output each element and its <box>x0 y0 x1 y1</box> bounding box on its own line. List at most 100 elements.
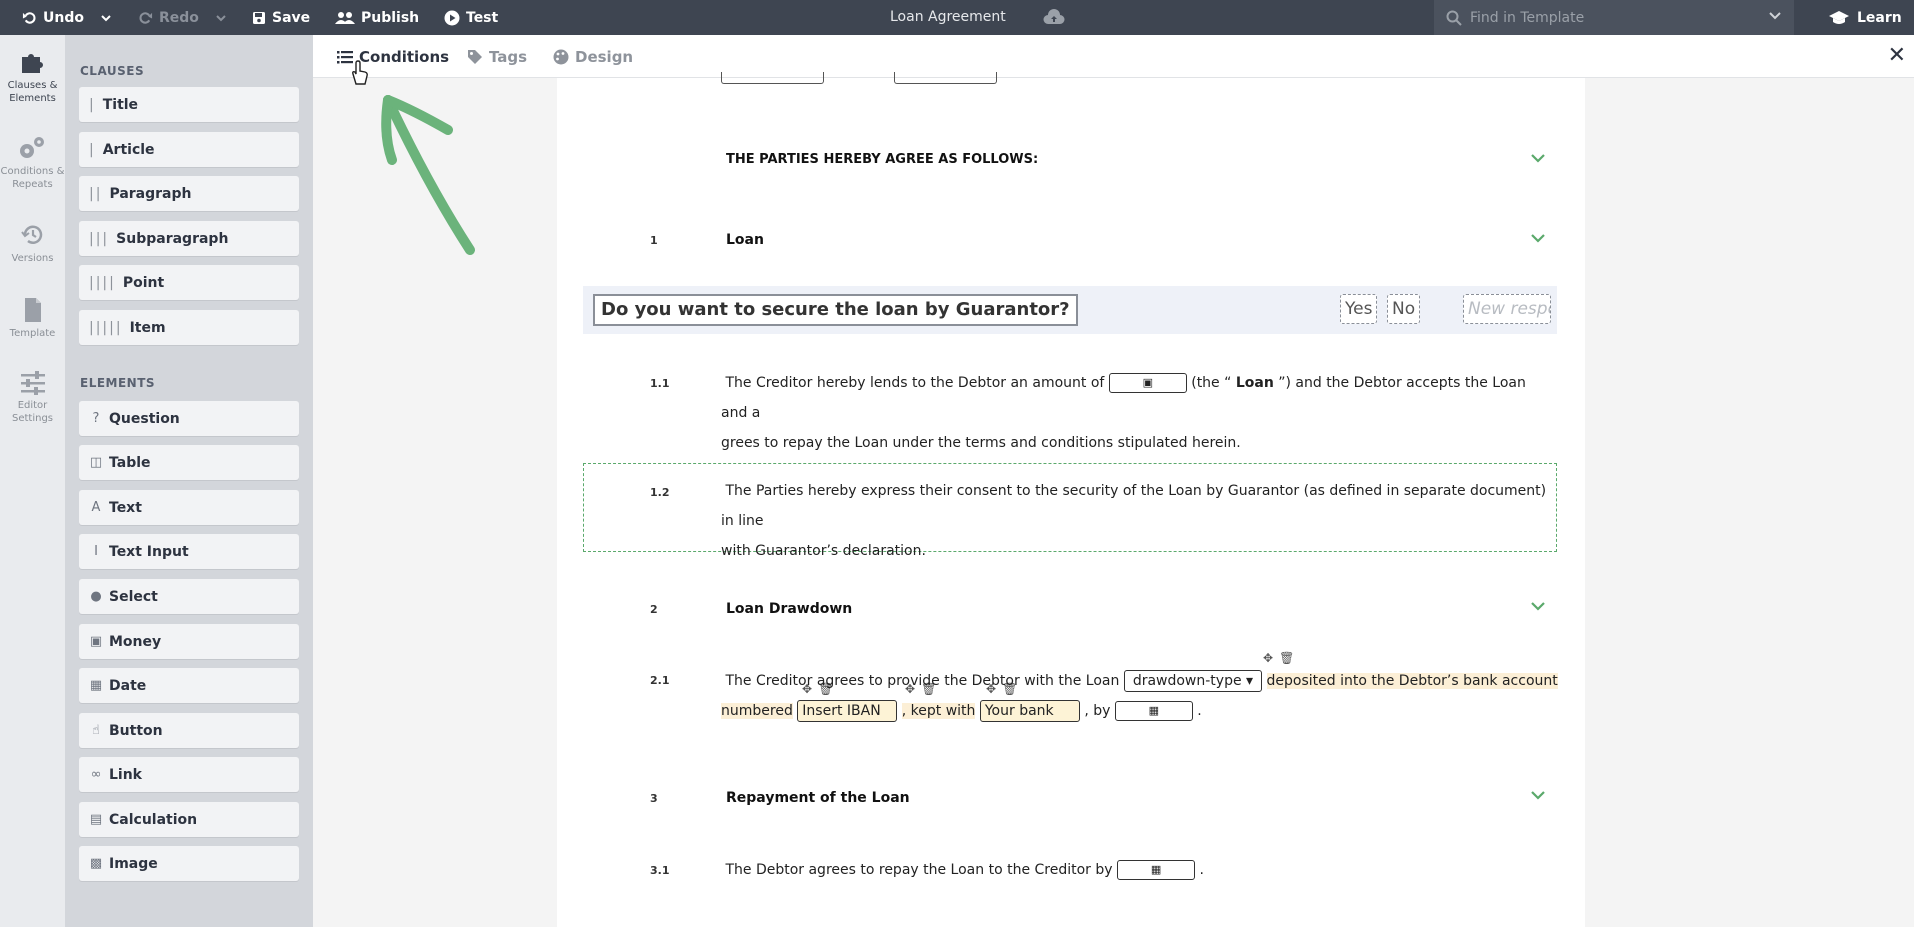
text-icon: A <box>91 500 101 515</box>
elements-heading: ELEMENTS <box>80 376 156 390</box>
element-calculation[interactable]: ▤ Calculation <box>79 802 299 837</box>
redo-icon <box>139 12 153 24</box>
calculator-icon: ▤ <box>89 812 103 827</box>
publish-label: Publish <box>361 9 420 26</box>
chevron-down-icon[interactable] <box>1530 789 1546 801</box>
rail-label: Editor Settings <box>11 400 53 424</box>
element-image[interactable]: ▩ Image <box>79 846 299 881</box>
section-title[interactable]: Loan <box>726 232 764 248</box>
element-money[interactable]: ▣ Money <box>79 624 299 659</box>
learn-label: Learn <box>1857 9 1902 26</box>
find-in-template[interactable]: Find in Template <box>1434 0 1794 35</box>
paragraph-2-1: The Creditor agrees to provide the Debto… <box>721 666 1561 726</box>
history-icon <box>20 225 42 244</box>
response-yes[interactable]: Yes <box>1340 294 1378 324</box>
highlighted-text: , kept with <box>901 703 976 719</box>
response-no[interactable]: No <box>1387 294 1421 324</box>
defined-term: Loan <box>1235 375 1274 391</box>
money-field[interactable]: ▣ <box>1108 373 1187 393</box>
date-field[interactable]: ▦ <box>1114 701 1193 721</box>
top-toolbar: Undo Redo Save Publish Test Loan Agreeme… <box>0 0 1914 35</box>
element-text-input[interactable]: I Text Input <box>79 534 299 569</box>
paragraph-number: 1.2 <box>650 486 670 499</box>
clause-point[interactable]: |||| Point <box>79 265 299 300</box>
tab-label: Design <box>575 47 634 66</box>
undo-icon <box>22 12 36 24</box>
select-value: drawdown-type <box>1132 673 1242 689</box>
chevron-down-icon[interactable] <box>1530 152 1546 164</box>
rail-label: Template <box>9 328 56 339</box>
date-field[interactable]: ▦ <box>1117 860 1196 880</box>
move-icon[interactable]: ✥ <box>1263 651 1273 665</box>
text: The Creditor agrees to provide the Debto… <box>725 673 1120 689</box>
find-input[interactable]: Find in Template <box>1470 10 1584 26</box>
graduation-cap-icon <box>1829 10 1849 24</box>
section-title[interactable]: Repayment of the Loan <box>726 790 910 806</box>
element-button[interactable]: ☝ Button <box>79 713 299 748</box>
left-rail: Clauses & Elements Conditions & Repeats … <box>0 35 65 927</box>
calendar-icon: ▦ <box>1150 863 1162 876</box>
rail-template[interactable]: Template <box>0 297 65 340</box>
clause-title[interactable]: | Title <box>79 87 299 122</box>
learn-button[interactable]: Learn <box>1828 0 1902 35</box>
chevron-down-icon[interactable] <box>1530 232 1546 244</box>
truncated-field <box>894 72 997 84</box>
condition-question[interactable]: Do you want to secure the loan by Guaran… <box>593 294 1078 326</box>
table-icon: ◫ <box>89 455 103 470</box>
clause-subparagraph[interactable]: ||| Subparagraph <box>79 221 299 256</box>
bank-input[interactable]: Your bank <box>979 700 1080 722</box>
item-label: Select <box>109 588 158 605</box>
chevron-down-icon[interactable] <box>1768 9 1782 23</box>
trash-icon[interactable]: 🗑 <box>1279 651 1294 665</box>
rail-conditions-repeats[interactable]: Conditions & Repeats <box>0 135 65 191</box>
palette-icon <box>553 49 569 64</box>
save-label: Save <box>272 9 311 26</box>
paragraph-1-2: The Parties hereby express their consent… <box>721 476 1557 566</box>
gears-icon <box>19 137 44 158</box>
element-date[interactable]: ▦ Date <box>79 668 299 703</box>
text-cursor-icon: I <box>94 544 98 559</box>
element-link[interactable]: ∞ Link <box>79 757 299 792</box>
text: The Debtor agrees to repay the Loan to t… <box>725 862 1113 878</box>
tab-tags[interactable]: Tags <box>467 35 527 78</box>
chevron-down-icon[interactable] <box>1530 600 1546 612</box>
clauses-heading: CLAUSES <box>80 64 145 78</box>
rail-versions[interactable]: Versions <box>0 222 65 265</box>
clause-paragraph[interactable]: || Paragraph <box>79 176 299 211</box>
clause-article[interactable]: | Article <box>79 132 299 167</box>
item-label: Image <box>109 855 158 872</box>
redo-button[interactable]: Redo <box>138 0 227 35</box>
element-table[interactable]: ◫ Table <box>79 445 299 480</box>
rail-label: Versions <box>11 253 54 264</box>
save-button[interactable]: Save <box>252 0 310 35</box>
item-label: Question <box>109 410 180 427</box>
iban-input[interactable]: Insert IBAN <box>797 700 898 722</box>
element-select[interactable]: ● Select <box>79 579 299 614</box>
element-question[interactable]: ? Question <box>79 401 299 436</box>
sliders-icon <box>20 371 45 395</box>
undo-button[interactable]: Undo <box>22 0 112 35</box>
users-icon <box>335 11 355 24</box>
publish-button[interactable]: Publish <box>335 0 419 35</box>
item-label: Text Input <box>109 543 189 560</box>
money-icon: ▣ <box>89 634 103 649</box>
rail-clauses-elements[interactable]: Clauses & Elements <box>0 49 65 105</box>
new-response[interactable]: New response <box>1463 294 1551 324</box>
test-button[interactable]: Test <box>444 0 498 35</box>
cloud-upload-icon[interactable] <box>1043 9 1065 25</box>
rail-editor-settings[interactable]: Editor Settings <box>0 371 65 425</box>
section-number: 2 <box>650 603 658 616</box>
rail-label: Clauses & Elements <box>7 80 58 104</box>
close-icon[interactable]: ✕ <box>1888 43 1906 68</box>
item-label: Link <box>109 766 142 783</box>
tab-design[interactable]: Design <box>553 35 633 78</box>
highlighted-text: deposited into the Debtor’s bank account <box>1266 673 1558 689</box>
undo-label: Undo <box>43 9 84 26</box>
clause-item[interactable]: ||||| Item <box>79 310 299 345</box>
text: The Creditor hereby lends to the Debtor … <box>725 375 1105 391</box>
item-label: Table <box>109 454 151 471</box>
element-text[interactable]: A Text <box>79 490 299 525</box>
section-title[interactable]: Loan Drawdown <box>726 601 852 617</box>
drawdown-select[interactable]: drawdown-type ▾ <box>1123 670 1263 692</box>
select-icon: ● <box>90 589 102 604</box>
